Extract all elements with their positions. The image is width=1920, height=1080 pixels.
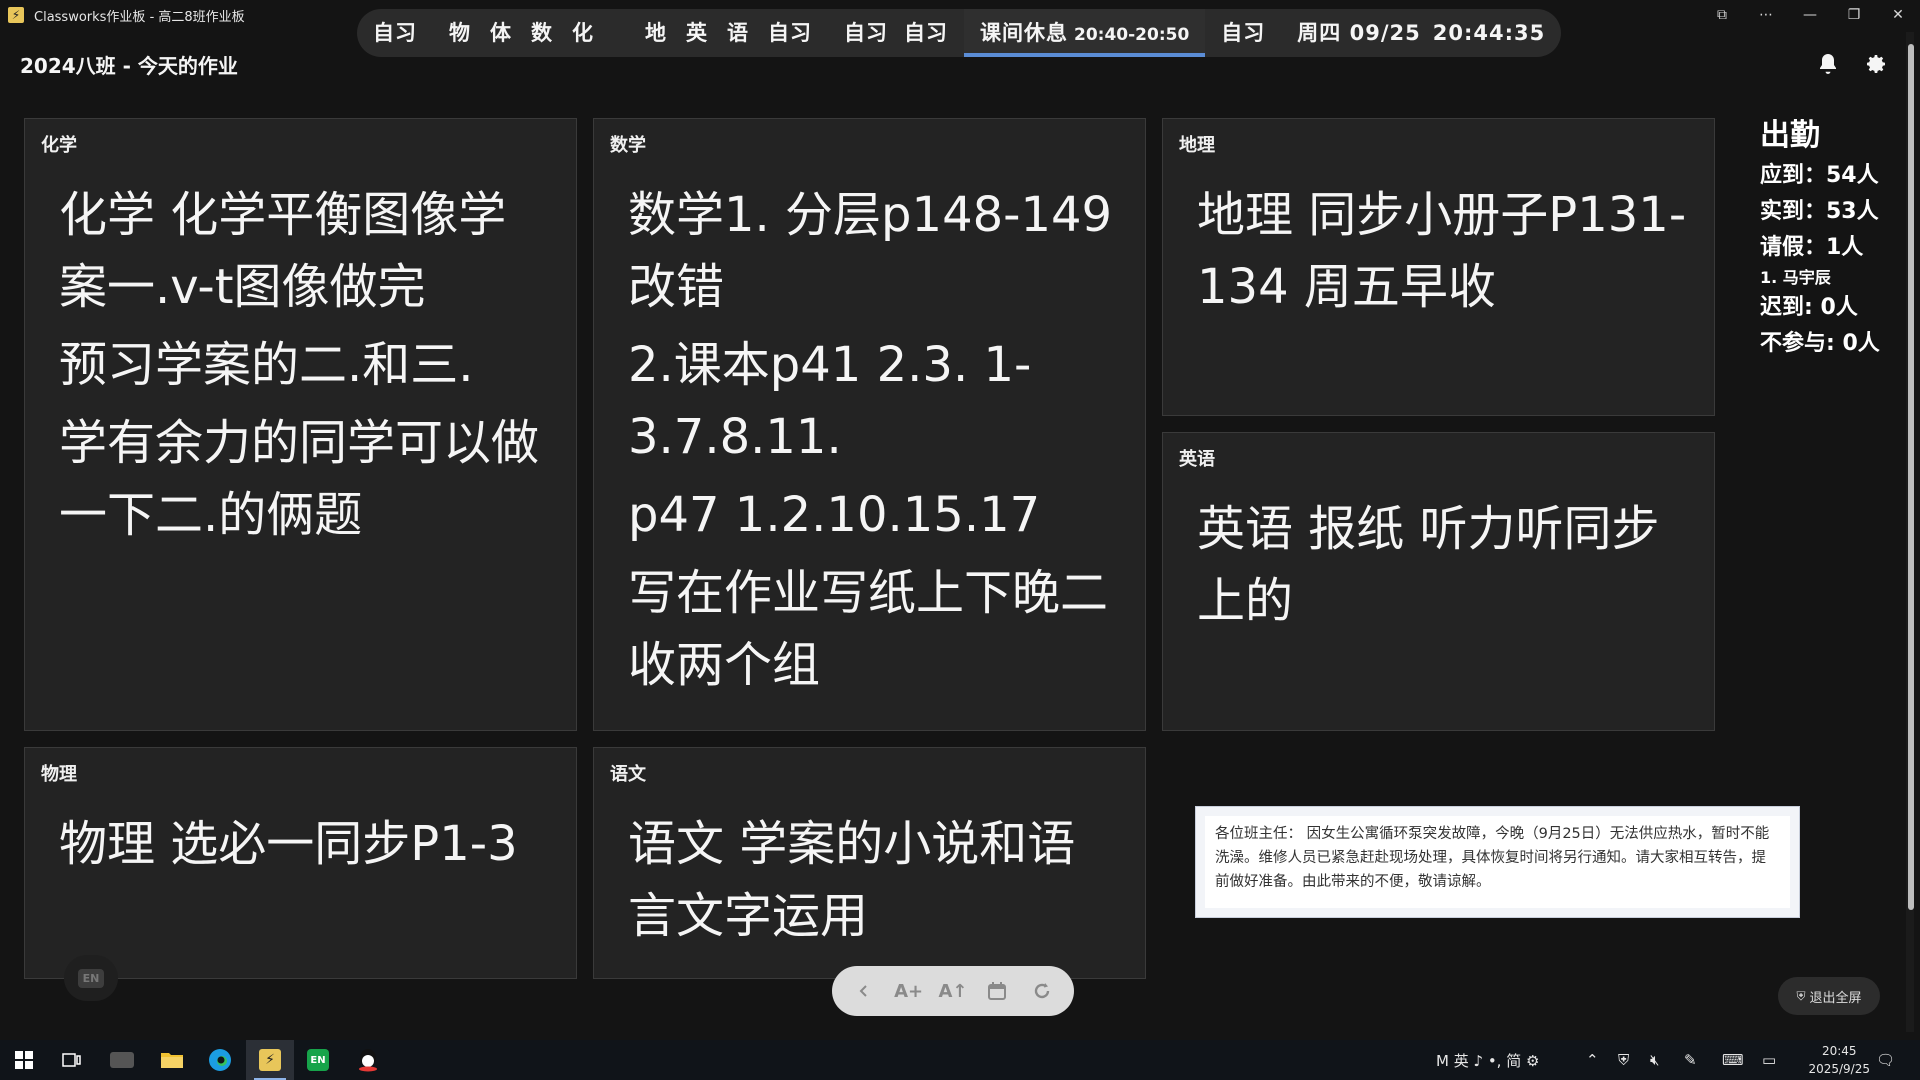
notice-popup: 各位班主任： 因女生公寓循环泵突发故障，今晚（9月25日）无法供应热水，暂时不能… [1195,806,1800,918]
schedule-clock: 20:44:35 [1432,21,1546,45]
attendance-title: 出勤 [1760,118,1820,153]
attendance-panel: 出勤 应到：54人 实到：53人 请假：1人 1. 马宇辰 迟到: 0人 不参与… [1760,110,1880,362]
task-view-icon[interactable] [48,1040,96,1080]
tray-chevron-icon[interactable]: ⌃ [1586,1040,1599,1080]
page-title: 2024八班 - 今天的作业 [20,54,238,78]
attendance-leave: 请假：1人 [1760,235,1864,260]
refresh-icon[interactable] [1024,973,1060,1009]
notice-text: 各位班主任： 因女生公寓循环泵突发故障，今晚（9月25日）无法供应热水，暂时不能… [1205,816,1790,908]
en-app-icon[interactable]: EN [294,1040,342,1080]
schedule-bar: 自习 物体数化 地英语 自习 自习 自习 课间休息 20:40-20:50 自习 … [357,9,1561,57]
notification-icon[interactable]: 🗨︎ [1876,1040,1895,1080]
attendance-actual: 实到：53人 [1760,199,1879,224]
chevron-left-icon[interactable] [846,973,882,1009]
window-title: Classworks作业板 - 高二8班作业板 [34,9,245,25]
homework-line: 预习学案的二.和三. [59,337,474,393]
qq-app-icon[interactable] [344,1040,392,1080]
ime-en-badge[interactable]: EN [64,955,118,1001]
pen-icon[interactable]: ✎ [1684,1040,1697,1080]
card-content: 语文 学案的小说和语言文字运用 [628,808,1121,958]
clock-time: 20:45 [1821,1044,1857,1058]
homework-line: 物理 选必一同步P1-3 [59,816,518,872]
homework-line: 学有余力的同学可以做一下二.的俩题 [59,415,540,543]
card-content: 化学 化学平衡图像学案一.v-t图像做完 预习学案的二.和三. 学有余力的同学可… [59,179,552,557]
card-content: 物理 选必一同步P1-3 [59,808,552,886]
gear-icon[interactable] [1864,52,1888,76]
clock-date: 2025/9/25 [1808,1062,1870,1076]
card-physics[interactable]: 物理 物理 选必一同步P1-3 [24,747,577,979]
card-english[interactable]: 英语 英语 报纸 听力听同步上的 [1162,432,1715,731]
homework-line: 2.课本p41 2.3. 1-3.7.8.11. [628,337,1032,465]
homework-line: 化学 化学平衡图像学案一.v-t图像做完 [59,187,507,315]
card-chemistry[interactable]: 化学 化学 化学平衡图像学案一.v-t图像做完 预习学案的二.和三. 学有余力的… [24,118,577,731]
card-chinese[interactable]: 语文 语文 学案的小说和语言文字运用 [593,747,1146,979]
attendance-absent: 不参与: 0人 [1760,331,1880,356]
card-label: 化学 [41,135,77,156]
font-increase-icon[interactable]: A+ [891,973,927,1009]
taskbar-clock[interactable]: 20:45 2025/9/25 [1808,1042,1870,1078]
current-period-label: 课间休息 [980,21,1068,45]
close-button[interactable]: ✕ [1876,0,1920,30]
schedule-item: 自习 [904,21,948,45]
card-content: 地理 同步小册子P131-134 周五早收 [1197,179,1690,329]
card-content: 数学1. 分层p148-149改错 2.课本p41 2.3. 1-3.7.8.1… [628,179,1121,707]
file-explorer-icon[interactable] [148,1040,196,1080]
ime-en-label: EN [77,968,105,988]
classworks-app-icon[interactable]: ⚡ [246,1040,294,1080]
schedule-date: 周四 09/25 [1297,21,1421,45]
bell-icon[interactable] [1816,52,1840,76]
card-label: 数学 [610,135,646,156]
homework-line: 地理 同步小册子P131-134 周五早收 [1197,187,1687,315]
card-label: 语文 [610,764,646,785]
card-content: 英语 报纸 听力听同步上的 [1197,493,1690,643]
security-icon[interactable]: ⛨ [1618,1040,1629,1080]
card-math[interactable]: 数学 数学1. 分层p148-149改错 2.课本p41 2.3. 1-3.7.… [593,118,1146,731]
schedule-item: 地英语 [645,21,768,45]
schedule-current-period: 课间休息 20:40-20:50 [964,9,1206,57]
exit-fullscreen-button[interactable]: ⛨ 退出全屏 [1778,977,1880,1015]
homework-line: 语文 学案的小说和语言文字运用 [628,816,1076,944]
homework-line: 英语 报纸 听力听同步上的 [1197,501,1660,629]
floating-toolbar: A+ A↑ [832,966,1074,1016]
ime-status[interactable]: M 英 ♪ •, 简 ⚙ [1436,1040,1539,1080]
restore-button[interactable]: ❐ [1832,0,1876,30]
app-icon: ⚡ [8,7,24,23]
minimize-button[interactable]: — [1788,0,1832,30]
schedule-item: 自习 [844,21,888,45]
taskbar: ⚡ EN M 英 ♪ •, 简 ⚙ ⌃ ⛨ 🔇︎ ✎ ⌨ ▭ 20:45 202… [0,1040,1920,1080]
shield-icon: ⛨ [1796,988,1806,1003]
card-label: 英语 [1179,449,1215,470]
more-icon[interactable]: ⋯ [1744,0,1788,30]
display-icon[interactable]: ▭ [1762,1040,1776,1080]
font-decrease-icon[interactable]: A↑ [935,973,971,1009]
schedule-item: 物体数化 [449,21,613,45]
card-label: 物理 [41,764,77,785]
homework-line: 写在作业写纸上下晚二收两个组 [628,565,1109,693]
homework-line: 数学1. 分层p148-149改错 [628,187,1113,315]
current-period-time: 20:40-20:50 [1074,25,1190,45]
snap-icon[interactable]: ⧉ [1700,0,1744,30]
scrollbar-thumb[interactable] [1908,44,1914,910]
exit-fullscreen-label: 退出全屏 [1809,990,1862,1006]
attendance-late: 迟到: 0人 [1760,295,1858,320]
recorder-app-icon[interactable] [98,1040,146,1080]
card-geography[interactable]: 地理 地理 同步小册子P131-134 周五早收 [1162,118,1715,416]
homework-line: p47 1.2.10.15.17 [628,487,1041,543]
windows-start-icon[interactable] [0,1040,48,1080]
card-label: 地理 [1179,135,1215,156]
schedule-item: 自习 [768,21,812,45]
attendance-leave-name: 1. 马宇辰 [1760,268,1831,287]
attendance-expected: 应到：54人 [1760,163,1879,188]
keyboard-icon[interactable]: ⌨ [1722,1040,1744,1080]
window-controls: ⧉ ⋯ — ❐ ✕ [1700,0,1920,30]
volume-muted-icon[interactable]: 🔇︎ [1650,1040,1659,1080]
schedule-item: 自习 [373,21,417,45]
calendar-icon[interactable] [979,973,1015,1009]
schedule-item: 自习 [1221,21,1266,45]
edge-browser-icon[interactable] [196,1040,244,1080]
